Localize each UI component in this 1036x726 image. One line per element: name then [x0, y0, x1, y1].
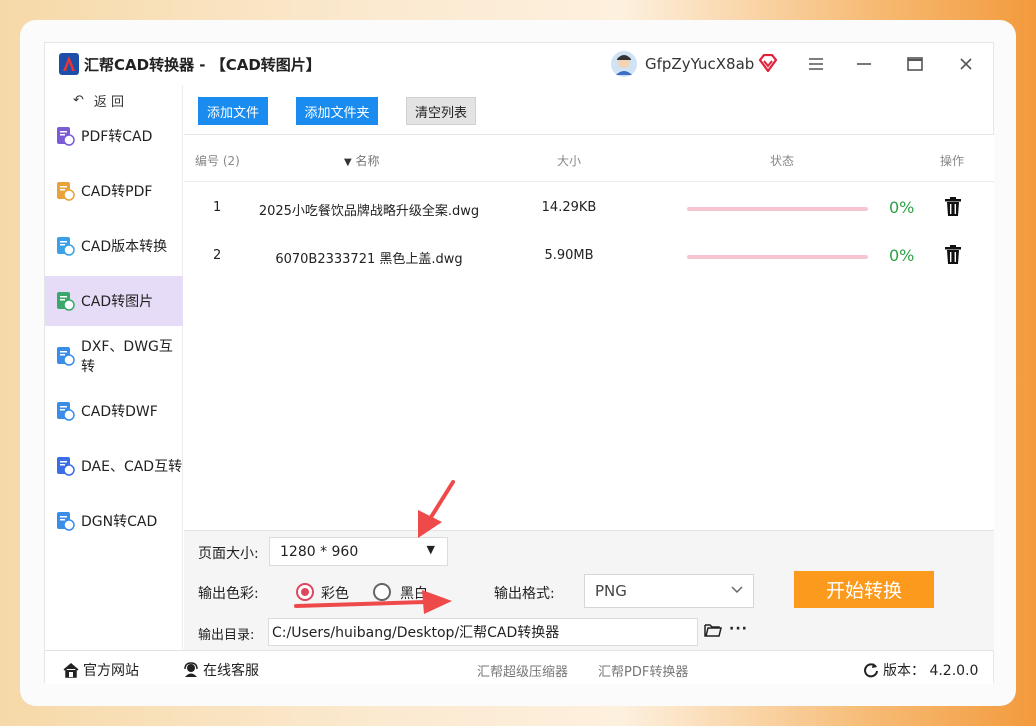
radio-color[interactable] [296, 583, 314, 601]
compressor-link[interactable]: 汇帮超级压缩器 [477, 661, 568, 680]
start-convert-button[interactable]: 开始转换 [794, 571, 934, 608]
refresh-icon [864, 663, 878, 678]
back-button[interactable]: ↶ 返 回 [73, 91, 124, 110]
home-icon [63, 662, 79, 678]
color-option-color[interactable]: 彩色 [321, 583, 349, 603]
support-link[interactable]: 在线客服 [183, 660, 259, 680]
minimize-icon[interactable] [853, 53, 875, 75]
chevron-down-icon [731, 586, 743, 594]
row-size: 14.29KB [541, 200, 597, 215]
format-label: 输出格式: [494, 586, 555, 602]
output-dir-label: 输出目录: [198, 628, 255, 643]
version-label: 版本： 4.2.0.0 [883, 663, 979, 679]
app-window: 汇帮CAD转换器 - 【CAD转图片】 GfpZyYucX8ab ↶ 返 回 P… [44, 42, 994, 684]
sidebar-item-label: CAD转图片 [81, 294, 154, 310]
headset-icon [184, 662, 198, 677]
output-dir-field[interactable]: C:/Users/huibang/Desktop/汇帮CAD转换器 [268, 618, 698, 646]
more-options-icon[interactable]: ··· [729, 621, 748, 637]
sidebar-item-5[interactable]: DXF、DWG互转 [45, 331, 183, 381]
header-name[interactable]: ▼ 名称 [344, 152, 380, 169]
website-label: 官方网站 [83, 663, 139, 679]
support-label: 在线客服 [203, 663, 259, 679]
sidebar-item-6[interactable]: CAD转DWF [45, 386, 183, 436]
caret-down-icon: ▼ [426, 543, 435, 556]
sidebar-item-label: DXF、DWG互转 [81, 339, 173, 375]
back-label: 返 回 [93, 95, 125, 110]
file-convert-icon [57, 127, 75, 146]
row-percent: 0% [889, 246, 915, 265]
close-icon[interactable] [955, 53, 977, 75]
sidebar: ↶ 返 回 PDF转CAD CAD转PDF CAD版本转换 CAD转图片 DXF、DWG… [45, 85, 183, 650]
add-folder-button[interactable]: 添加文件夹 [296, 97, 378, 125]
window-title: 汇帮CAD转换器 - 【CAD转图片】 [84, 56, 321, 74]
row-filename: 2025小吃餐饮品牌战略升级全案.dwg [258, 204, 480, 219]
radio-bw[interactable] [373, 583, 391, 601]
header-divider [184, 181, 994, 182]
file-convert-icon [57, 457, 75, 476]
version-info[interactable]: 版本： 4.2.0.0 [863, 660, 978, 680]
title-bar: 汇帮CAD转换器 - 【CAD转图片】 GfpZyYucX8ab [45, 43, 993, 85]
header-status: 状态 [770, 154, 795, 168]
website-link[interactable]: 官方网站 [63, 660, 139, 680]
row-index: 2 [213, 248, 222, 263]
trash-icon[interactable] [945, 245, 961, 265]
file-convert-icon [57, 237, 75, 256]
progress-bar [687, 207, 868, 211]
status-bar: 官方网站 在线客服 汇帮超级压缩器 汇帮PDF转换器 版本： 4.2.0.0 [45, 650, 993, 684]
format-select[interactable]: PNG [584, 574, 754, 608]
header-name-label: 名称 [355, 154, 380, 168]
file-convert-icon [57, 347, 75, 366]
page-size-select[interactable]: 1280 * 960 ▼ [269, 537, 448, 566]
sidebar-item-4[interactable]: CAD转图片 [45, 276, 183, 326]
add-file-button[interactable]: 添加文件 [198, 97, 268, 125]
file-table: 编号 (2) ▼ 名称 大小 状态 操作 1 2025小吃餐饮品牌战略升级全案.d… [184, 134, 994, 530]
trash-icon[interactable] [945, 197, 961, 217]
file-convert-icon [57, 292, 75, 311]
sidebar-item-3[interactable]: CAD版本转换 [45, 221, 183, 271]
file-convert-icon [57, 512, 75, 531]
options-panel: 页面大小: 1280 * 960 ▼ 输出色彩: 彩色 黑白 输出格式: PNG… [184, 530, 994, 650]
output-dir-value: C:/Users/huibang/Desktop/汇帮CAD转换器 [272, 625, 560, 641]
vip-diamond-icon[interactable] [758, 54, 778, 72]
app-logo-icon [59, 53, 79, 75]
progress-bar [687, 255, 868, 259]
sort-desc-icon: ▼ [344, 157, 352, 168]
file-convert-icon [57, 182, 75, 201]
folder-icon[interactable] [704, 622, 722, 638]
sidebar-item-7[interactable]: DAE、CAD互转 [45, 441, 183, 491]
row-size: 5.90MB [544, 248, 594, 263]
header-index: 编号 (2) [195, 154, 240, 168]
sidebar-item-1[interactable]: PDF转CAD [45, 111, 183, 161]
color-label: 输出色彩: [198, 586, 259, 602]
color-option-bw[interactable]: 黑白 [400, 583, 428, 603]
sidebar-item-label: CAD转DWF [81, 404, 158, 420]
row-index: 1 [213, 200, 222, 215]
sidebar-item-2[interactable]: CAD转PDF [45, 166, 183, 216]
sidebar-item-label: CAD转PDF [81, 184, 153, 200]
page-size-value: 1280 * 960 [280, 543, 359, 560]
menu-icon[interactable] [805, 53, 827, 75]
file-convert-icon [57, 402, 75, 421]
undo-icon: ↶ [73, 93, 84, 108]
row-percent: 0% [889, 198, 915, 217]
clear-list-button[interactable]: 清空列表 [406, 97, 476, 125]
sidebar-item-label: PDF转CAD [81, 129, 153, 145]
username[interactable]: GfpZyYucX8ab [645, 55, 754, 73]
page-size-label: 页面大小: [198, 546, 259, 562]
sidebar-item-label: DAE、CAD互转 [81, 459, 183, 475]
header-action: 操作 [940, 154, 965, 168]
sidebar-item-label: CAD版本转换 [81, 239, 168, 255]
sidebar-item-8[interactable]: DGN转CAD [45, 496, 183, 546]
avatar[interactable] [611, 51, 637, 77]
header-size: 大小 [557, 154, 582, 168]
sidebar-item-label: DGN转CAD [81, 514, 158, 530]
maximize-icon[interactable] [904, 53, 926, 75]
row-filename: 6070B2333721 黑色上盖.dwg [275, 252, 463, 267]
format-value: PNG [595, 582, 627, 600]
pdf-converter-link[interactable]: 汇帮PDF转换器 [598, 661, 688, 680]
